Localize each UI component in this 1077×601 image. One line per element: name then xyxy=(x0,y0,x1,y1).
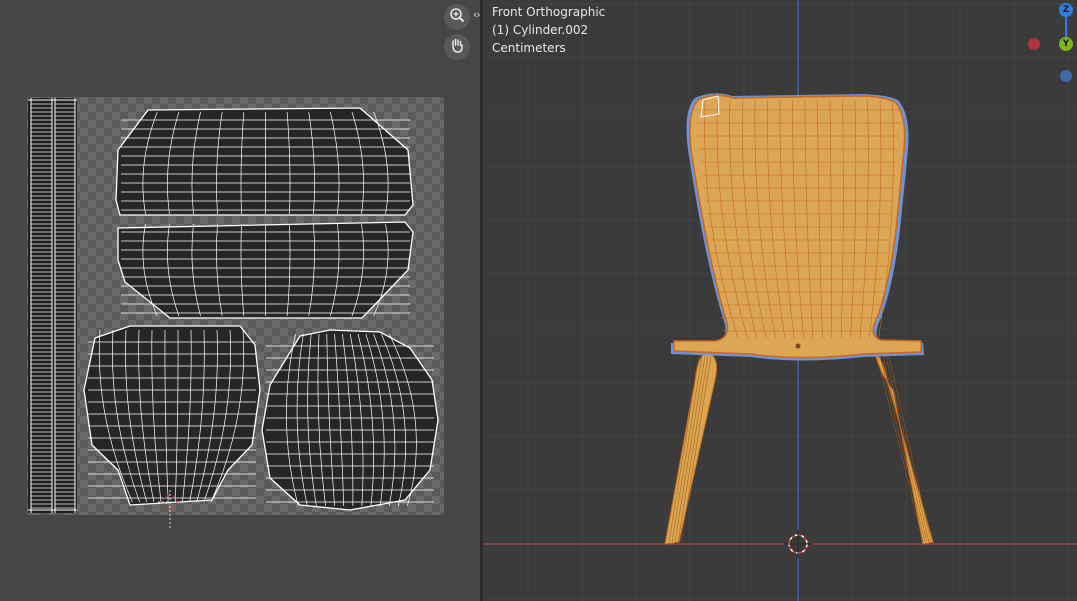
object-label: (1) Cylinder.002 xyxy=(492,23,589,37)
chair-body xyxy=(671,93,924,361)
3d-cursor xyxy=(784,530,812,558)
uv-editor-panel[interactable] xyxy=(0,0,480,601)
uv-island-top xyxy=(115,107,414,319)
gizmo-z-axis[interactable]: Z xyxy=(1059,3,1073,17)
viewport-canvas[interactable] xyxy=(483,0,1077,601)
uv-strip-islands xyxy=(28,98,77,513)
gizmo-y-axis[interactable]: Y xyxy=(1059,37,1073,51)
gizmo-neg-y-axis[interactable] xyxy=(1060,70,1072,82)
area-split-arrows-icon[interactable]: ‹› xyxy=(473,8,481,21)
gizmo-z-label: Z xyxy=(1062,5,1070,15)
magnifier-plus-icon xyxy=(449,7,465,27)
view-name: Front Orthographic xyxy=(492,5,606,19)
3d-viewport[interactable] xyxy=(483,0,1077,601)
hand-icon xyxy=(449,37,465,57)
pan-view-button[interactable] xyxy=(444,34,470,60)
navigation-gizmo[interactable]: Z Y xyxy=(1020,0,1077,90)
chair-legs xyxy=(664,350,934,545)
viewport-info-overlay: Front Orthographic (1) Cylinder.002 Cent… xyxy=(492,3,605,57)
uv-canvas[interactable] xyxy=(0,0,480,601)
zoom-view-button[interactable] xyxy=(444,4,470,30)
gizmo-y-label: Y xyxy=(1062,39,1070,49)
uv-island-bottom-right xyxy=(261,329,439,511)
units-label: Centimeters xyxy=(492,41,566,55)
gizmo-neg-x-axis[interactable] xyxy=(1028,38,1040,50)
